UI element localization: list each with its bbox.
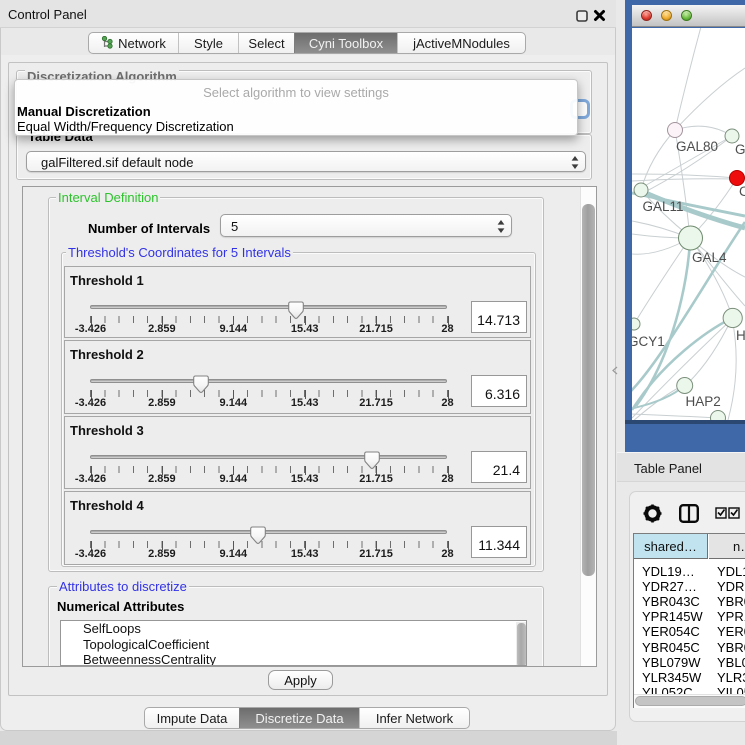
svg-text:GAL4: GAL4 — [692, 250, 727, 265]
svg-text:H: H — [736, 328, 745, 343]
svg-text:C: C — [739, 184, 745, 199]
svg-text:GA: GA — [735, 142, 745, 157]
svg-text:GAL11: GAL11 — [643, 199, 684, 214]
svg-text:HAP2: HAP2 — [686, 394, 721, 409]
svg-text:GCY1: GCY1 — [632, 334, 665, 349]
svg-text:GAL80: GAL80 — [676, 139, 718, 154]
